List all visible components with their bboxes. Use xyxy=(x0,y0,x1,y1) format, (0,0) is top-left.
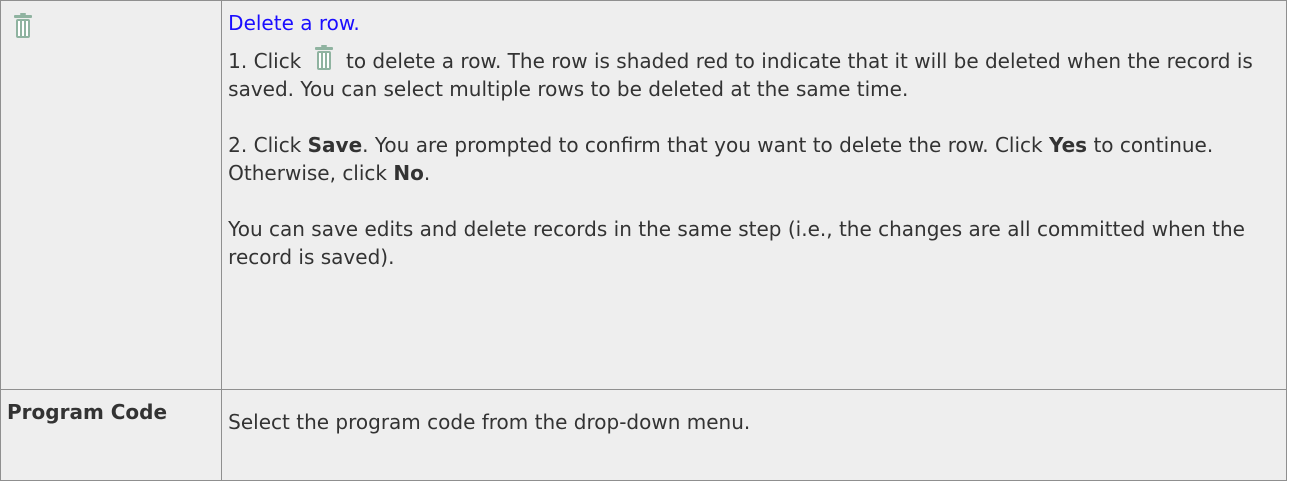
step2-prefix: 2. Click xyxy=(228,133,302,157)
step1-prefix: 1. Click xyxy=(228,49,302,73)
no-label: No xyxy=(393,161,424,185)
program-code-description: Select the program code from the drop-do… xyxy=(221,389,1287,481)
description-cell-delete: Delete a row. 1. Click to delete a row. … xyxy=(221,0,1287,390)
step2-middle: . You are prompted to confirm that you w… xyxy=(362,133,1043,157)
trash-icon xyxy=(312,45,336,73)
help-table: Delete a row. 1. Click to delete a row. … xyxy=(0,0,1287,481)
save-label: Save xyxy=(307,133,363,157)
table-row-delete: Delete a row. 1. Click to delete a row. … xyxy=(0,0,1287,390)
program-code-label: Program Code xyxy=(0,389,223,481)
label-cell-delete xyxy=(0,0,223,390)
table-row-program-code: Program Code Select the program code fro… xyxy=(0,389,1287,481)
step2-end: . xyxy=(423,161,431,185)
delete-row-link[interactable]: Delete a row. xyxy=(228,9,1280,37)
delete-step-2: 2. Click Save. You are prompted to confi… xyxy=(228,131,1280,187)
trash-icon[interactable] xyxy=(11,13,35,41)
delete-note: You can save edits and delete records in… xyxy=(228,217,1245,269)
yes-label: Yes xyxy=(1048,133,1088,157)
step1-suffix: to delete a row. The row is shaded red t… xyxy=(228,49,1253,101)
delete-step-1: 1. Click to delete a row. The row is sha… xyxy=(228,45,1280,103)
